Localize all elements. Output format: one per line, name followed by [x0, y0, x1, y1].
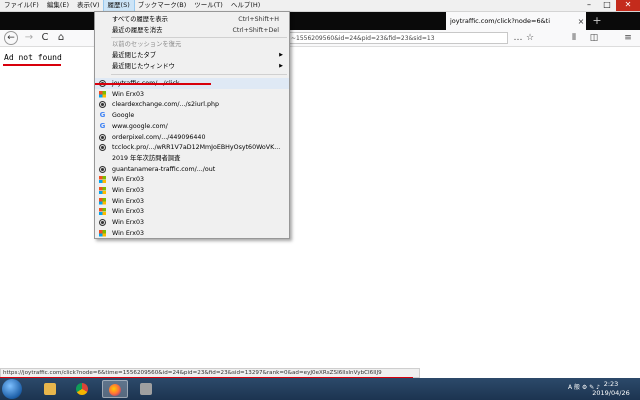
clock-time: 2:23	[603, 380, 619, 388]
bookmark-star-icon[interactable]: ☆	[524, 32, 536, 44]
history-entry-label: tcclock.pro/.../wRR1V7aD12MmJoEBHyOsyt60…	[112, 144, 281, 152]
back-button[interactable]: ←	[4, 31, 18, 45]
clear-recent-history-item[interactable]: 最近の履歴を消去 Ctrl+Shift+Del	[95, 25, 289, 36]
menu-view[interactable]: 表示(V)	[73, 0, 104, 11]
history-entry[interactable]: Win Erx03	[95, 196, 289, 207]
history-entry[interactable]: guantanamera-traffic.com/.../out	[95, 164, 289, 175]
windows-icon	[99, 187, 106, 194]
menu-item-label: 最近閉じたウィンドウ	[112, 63, 175, 70]
menu-edit[interactable]: 編集(E)	[43, 0, 73, 11]
minimize-button[interactable]: –	[580, 0, 598, 11]
history-entry-label: Win Erx03	[112, 187, 144, 194]
taskbar-app[interactable]	[134, 380, 160, 398]
page-actions-icon[interactable]: …	[512, 32, 524, 44]
windows-icon	[99, 197, 106, 205]
red-underline-annotation	[95, 83, 211, 85]
history-entry-label: guantanamera-traffic.com/.../out	[112, 165, 216, 173]
globe-icon	[99, 101, 106, 109]
forward-button[interactable]: →	[22, 31, 36, 45]
browser-tab[interactable]: joytraffic.com/click?node=6&ti ×	[446, 12, 586, 30]
history-entry[interactable]: cleardexchange.com/.../s2iurl.php	[95, 99, 289, 110]
menu-item-label: 以前のセッションを復元	[112, 41, 182, 48]
history-entry-label: Win Erx03	[112, 176, 144, 184]
menu-separator	[111, 74, 287, 75]
chrome-icon	[76, 383, 88, 395]
history-entry-label: orderpixel.com/.../449096440	[112, 133, 206, 141]
history-entry-label: Win Erx03	[112, 208, 144, 216]
globe-icon	[99, 219, 106, 227]
history-entry[interactable]: Win Erx03	[95, 217, 289, 228]
windows-icon	[99, 176, 106, 184]
red-underline-annotation	[3, 64, 61, 66]
history-entry-label: Win Erx03	[112, 229, 144, 237]
tab-title: joytraffic.com/click?node=6&ti	[450, 17, 551, 25]
folder-icon	[44, 383, 56, 395]
history-dropdown-menu: すべての履歴を表示 Ctrl+Shift+H 最近の履歴を消去 Ctrl+Shi…	[94, 11, 290, 239]
windows-icon	[99, 208, 106, 216]
firefox-icon	[109, 384, 121, 396]
history-entry[interactable]: tcclock.pro/.../wRR1V7aD12MmJoEBHyOsyt60…	[95, 142, 289, 153]
hamburger-menu-icon[interactable]: ≡	[622, 32, 634, 44]
home-button[interactable]: ⌂	[54, 31, 68, 45]
submenu-arrow-icon: ▶	[279, 52, 283, 58]
menu-item-label: 最近閉じたタブ	[112, 52, 157, 59]
globe-icon	[99, 165, 106, 173]
windows-taskbar: A 般 ⚙ ✎ ♪ 2:23 2019/04/26	[0, 378, 640, 400]
url-bar[interactable]: ~1556209560&id=24&pid=23&fid=23&sid=13	[286, 32, 508, 44]
taskbar-explorer[interactable]	[38, 380, 64, 398]
shortcut-label: Ctrl+Shift+Del	[232, 27, 279, 34]
history-entry-label: Win Erx03	[112, 90, 144, 98]
taskbar-chrome[interactable]	[70, 380, 96, 398]
history-entry[interactable]: Win Erx03	[95, 228, 289, 239]
menu-tools[interactable]: ツール(T)	[190, 0, 227, 11]
history-entry-label: Google	[112, 112, 135, 120]
clock[interactable]: 2:23 2019/04/26	[586, 380, 636, 398]
history-entry-label: www.google.com/	[112, 122, 168, 130]
menu-separator	[111, 37, 287, 38]
windows-icon	[99, 90, 106, 98]
menu-bookmarks[interactable]: ブックマーク(B)	[134, 0, 191, 11]
google-icon: G	[99, 121, 106, 130]
new-tab-button[interactable]: +	[590, 14, 604, 28]
recently-closed-tabs-item[interactable]: 最近閉じたタブ ▶	[95, 50, 289, 61]
show-all-history-item[interactable]: すべての履歴を表示 Ctrl+Shift+H	[95, 14, 289, 25]
history-entry[interactable]: G Google	[95, 110, 289, 121]
taskbar-firefox[interactable]	[102, 380, 128, 398]
menu-help[interactable]: ヘルプ(H)	[227, 0, 264, 11]
history-entry[interactable]: Win Erx03	[95, 185, 289, 196]
tab-close-icon[interactable]: ×	[576, 17, 586, 26]
close-window-button[interactable]: ✕	[616, 0, 640, 11]
history-entry-label: 2019 年年次訪問者調査	[112, 154, 181, 162]
submenu-arrow-icon: ▶	[279, 63, 283, 69]
library-icon[interactable]: ⫴	[568, 32, 580, 44]
shortcut-label: Ctrl+Shift+H	[238, 16, 279, 23]
app-icon	[140, 383, 152, 395]
maximize-button[interactable]: □	[598, 0, 616, 11]
globe-icon	[99, 144, 106, 152]
google-icon: G	[99, 111, 106, 120]
windows-icon	[99, 229, 106, 237]
history-entry[interactable]: orderpixel.com/.../449096440	[95, 132, 289, 143]
globe-icon	[99, 133, 106, 141]
clock-date: 2019/04/26	[592, 389, 630, 397]
history-entry-label: Win Erx03	[112, 197, 144, 205]
menu-item-label: すべての履歴を表示	[112, 16, 168, 23]
menu-file[interactable]: ファイル(F)	[0, 0, 43, 11]
history-entry[interactable]: Win Erx03	[95, 174, 289, 185]
history-entry[interactable]: Win Erx03	[95, 89, 289, 100]
menu-item-label: 最近の履歴を消去	[112, 27, 163, 34]
recently-closed-windows-item[interactable]: 最近閉じたウィンドウ ▶	[95, 61, 289, 72]
history-entry-label: Win Erx03	[112, 219, 144, 227]
restore-session-item: 以前のセッションを復元	[95, 39, 289, 50]
sidebar-icon[interactable]: ◫	[588, 32, 600, 44]
page-error-text: Ad not found	[4, 53, 62, 62]
reload-button[interactable]: C	[38, 31, 52, 45]
history-entry[interactable]: Win Erx03	[95, 206, 289, 217]
menu-history[interactable]: 履歴(S)	[102, 0, 135, 12]
history-entry[interactable]: Gwww.google.com/	[95, 121, 289, 132]
start-button[interactable]	[2, 379, 22, 399]
history-entry[interactable]: 2019 年年次訪問者調査	[95, 153, 289, 164]
history-entry-label: cleardexchange.com/.../s2iurl.php	[112, 101, 220, 109]
